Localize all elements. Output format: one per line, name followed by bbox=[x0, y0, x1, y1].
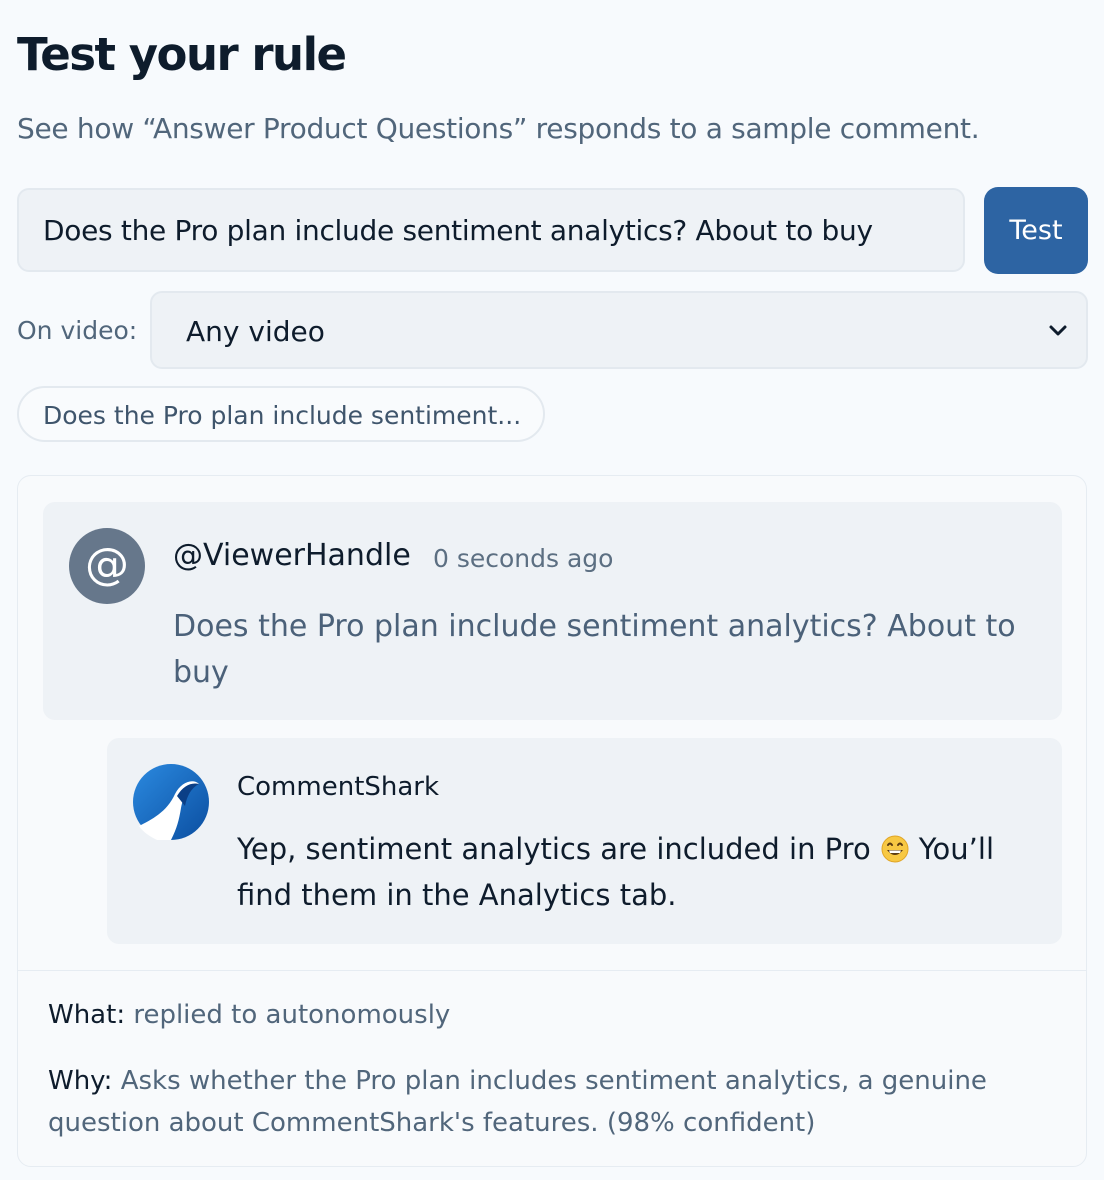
sample-comment-chip[interactable]: Does the Pro plan include sentiment... bbox=[17, 386, 545, 442]
comment-timestamp: 0 seconds ago bbox=[433, 544, 614, 573]
chevron-down-icon bbox=[1049, 325, 1067, 336]
explanation-what-label: What: bbox=[48, 1000, 126, 1030]
bot-name: CommentShark bbox=[237, 772, 440, 802]
video-select-value: Any video bbox=[186, 315, 325, 348]
page-subtitle: See how “Answer Product Questions” respo… bbox=[17, 112, 980, 145]
explanation-what: What: replied to autonomously bbox=[48, 1000, 450, 1030]
page-title: Test your rule bbox=[17, 28, 347, 81]
preview-card: @ @ViewerHandle 0 seconds ago Does the P… bbox=[17, 475, 1087, 1167]
explanation-why-label: Why: bbox=[48, 1066, 113, 1096]
divider bbox=[18, 970, 1086, 971]
grinning-face-icon bbox=[881, 835, 909, 863]
bot-reply: CommentShark Yep, sentiment analytics ar… bbox=[107, 738, 1062, 944]
viewer-comment: @ @ViewerHandle 0 seconds ago Does the P… bbox=[43, 502, 1062, 720]
commentshark-logo-icon bbox=[133, 764, 209, 840]
explanation-why-value: Asks whether the Pro plan includes senti… bbox=[48, 1066, 987, 1138]
video-label: On video: bbox=[17, 316, 138, 345]
explanation-what-value: replied to autonomously bbox=[133, 1000, 451, 1030]
test-button[interactable]: Test bbox=[984, 187, 1088, 274]
video-select[interactable]: Any video bbox=[150, 291, 1088, 369]
viewer-handle: @ViewerHandle bbox=[173, 538, 411, 573]
bot-reply-text-start: Yep, sentiment analytics are included in… bbox=[237, 832, 871, 866]
bot-reply-text: Yep, sentiment analytics are included in… bbox=[237, 826, 1047, 918]
sample-comment-input[interactable] bbox=[17, 188, 965, 272]
avatar: @ bbox=[69, 528, 145, 604]
explanation-why: Why: Asks whether the Pro plan includes … bbox=[48, 1060, 1048, 1144]
viewer-comment-text: Does the Pro plan include sentiment anal… bbox=[173, 609, 1016, 690]
